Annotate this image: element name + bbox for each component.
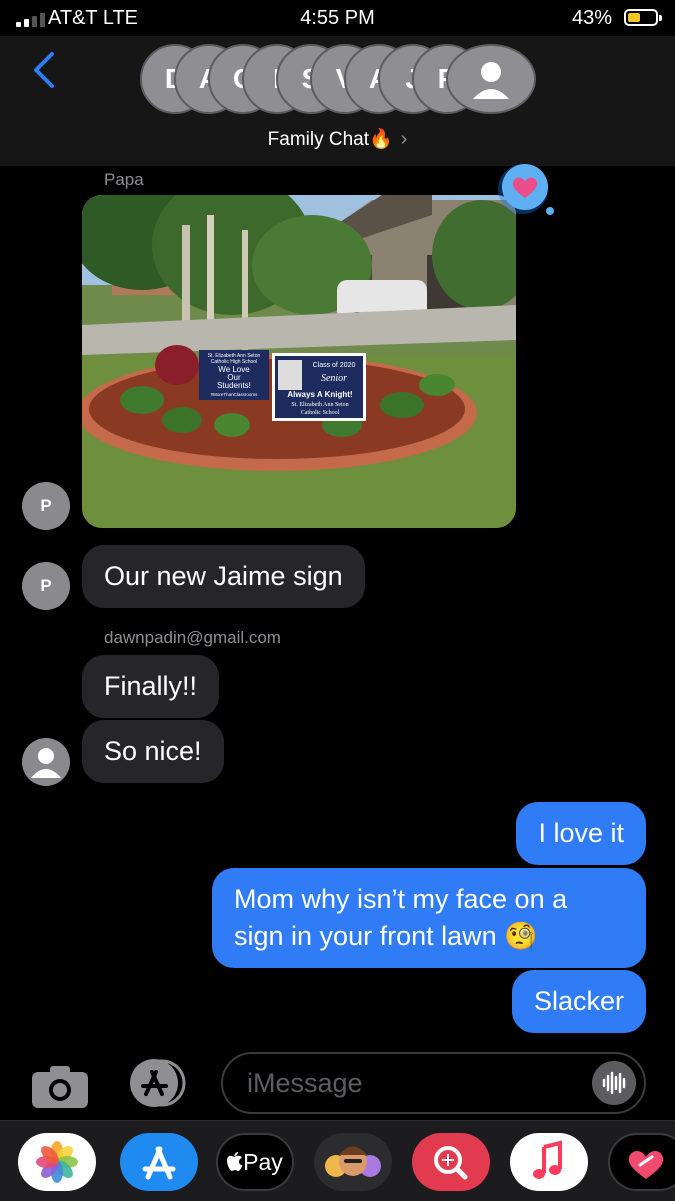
apple-pay-label: Pay (243, 1148, 283, 1175)
photo-attachment[interactable]: St. Elizabeth Ann Seton Catholic High Sc… (82, 195, 516, 528)
photos-app-icon[interactable] (18, 1133, 96, 1191)
status-bar: AT&T LTE 4:55 PM 43% (0, 0, 675, 36)
app-store-icon[interactable] (126, 1058, 192, 1108)
conversation-header: D A C I S V A J P Family Chat🔥 › (0, 36, 675, 166)
app-store-app-icon[interactable] (120, 1133, 198, 1191)
group-name[interactable]: Family Chat🔥 › (0, 127, 675, 151)
message-line: Mom why isn’t my face on a (234, 884, 568, 914)
back-chevron-icon[interactable] (26, 50, 66, 90)
avatar[interactable]: P (22, 482, 70, 530)
small-sign-line: #MoreThanClassrooms (211, 392, 259, 397)
message-bubble[interactable]: Slacker (511, 970, 646, 1033)
sender-name: Papa (104, 170, 144, 189)
message-bubble[interactable]: Finally!! (82, 655, 220, 718)
group-avatars[interactable]: D A C I S V A J P (140, 44, 540, 114)
camera-icon[interactable] (32, 1064, 88, 1108)
yard-sign-photo: St. Elizabeth Ann Seton Catholic High Sc… (82, 195, 516, 528)
input-placeholder: iMessage (247, 1068, 363, 1098)
digital-touch-app-icon[interactable] (608, 1133, 675, 1191)
big-sign-line: Senior (321, 373, 347, 384)
big-sign-line: Catholic School (301, 410, 340, 416)
message-bubble[interactable]: I love it (516, 802, 646, 865)
memoji-app-icon[interactable] (314, 1133, 392, 1191)
music-app-icon[interactable] (510, 1133, 588, 1191)
search-images-app-icon[interactable] (412, 1133, 490, 1191)
sender-name: dawnpadin@gmail.com (104, 628, 281, 647)
heart-tapback-icon[interactable] (496, 164, 556, 218)
battery-icon (624, 9, 662, 26)
apple-pay-app-icon[interactable]: Pay (216, 1133, 294, 1191)
big-sign-line: St. Elizabeth Ann Seton (291, 402, 348, 408)
person-avatar-icon[interactable] (22, 738, 70, 786)
chevron-right-icon: › (400, 128, 408, 150)
small-sign-line: Students! (217, 381, 251, 390)
message-line: sign in your front lawn 🧐 (234, 921, 538, 951)
avatar[interactable]: P (22, 562, 70, 610)
big-sign-line: Always A Knight! (287, 390, 352, 399)
message-bubble[interactable]: So nice! (82, 720, 224, 783)
audio-waveform-icon[interactable] (592, 1061, 636, 1105)
person-avatar-icon (446, 44, 536, 114)
message-composer: iMessage (0, 1044, 675, 1120)
app-drawer: Pay (0, 1120, 675, 1201)
big-sign-line: Class of 2020 (313, 362, 356, 369)
group-name-label: Family Chat🔥 (267, 129, 393, 150)
battery-percentage: 43% (572, 7, 613, 29)
message-bubble[interactable]: Our new Jaime sign (82, 545, 365, 608)
message-bubble[interactable]: Mom why isn’t my face on a sign in your … (212, 868, 646, 968)
imessage-input[interactable]: iMessage (221, 1052, 646, 1114)
